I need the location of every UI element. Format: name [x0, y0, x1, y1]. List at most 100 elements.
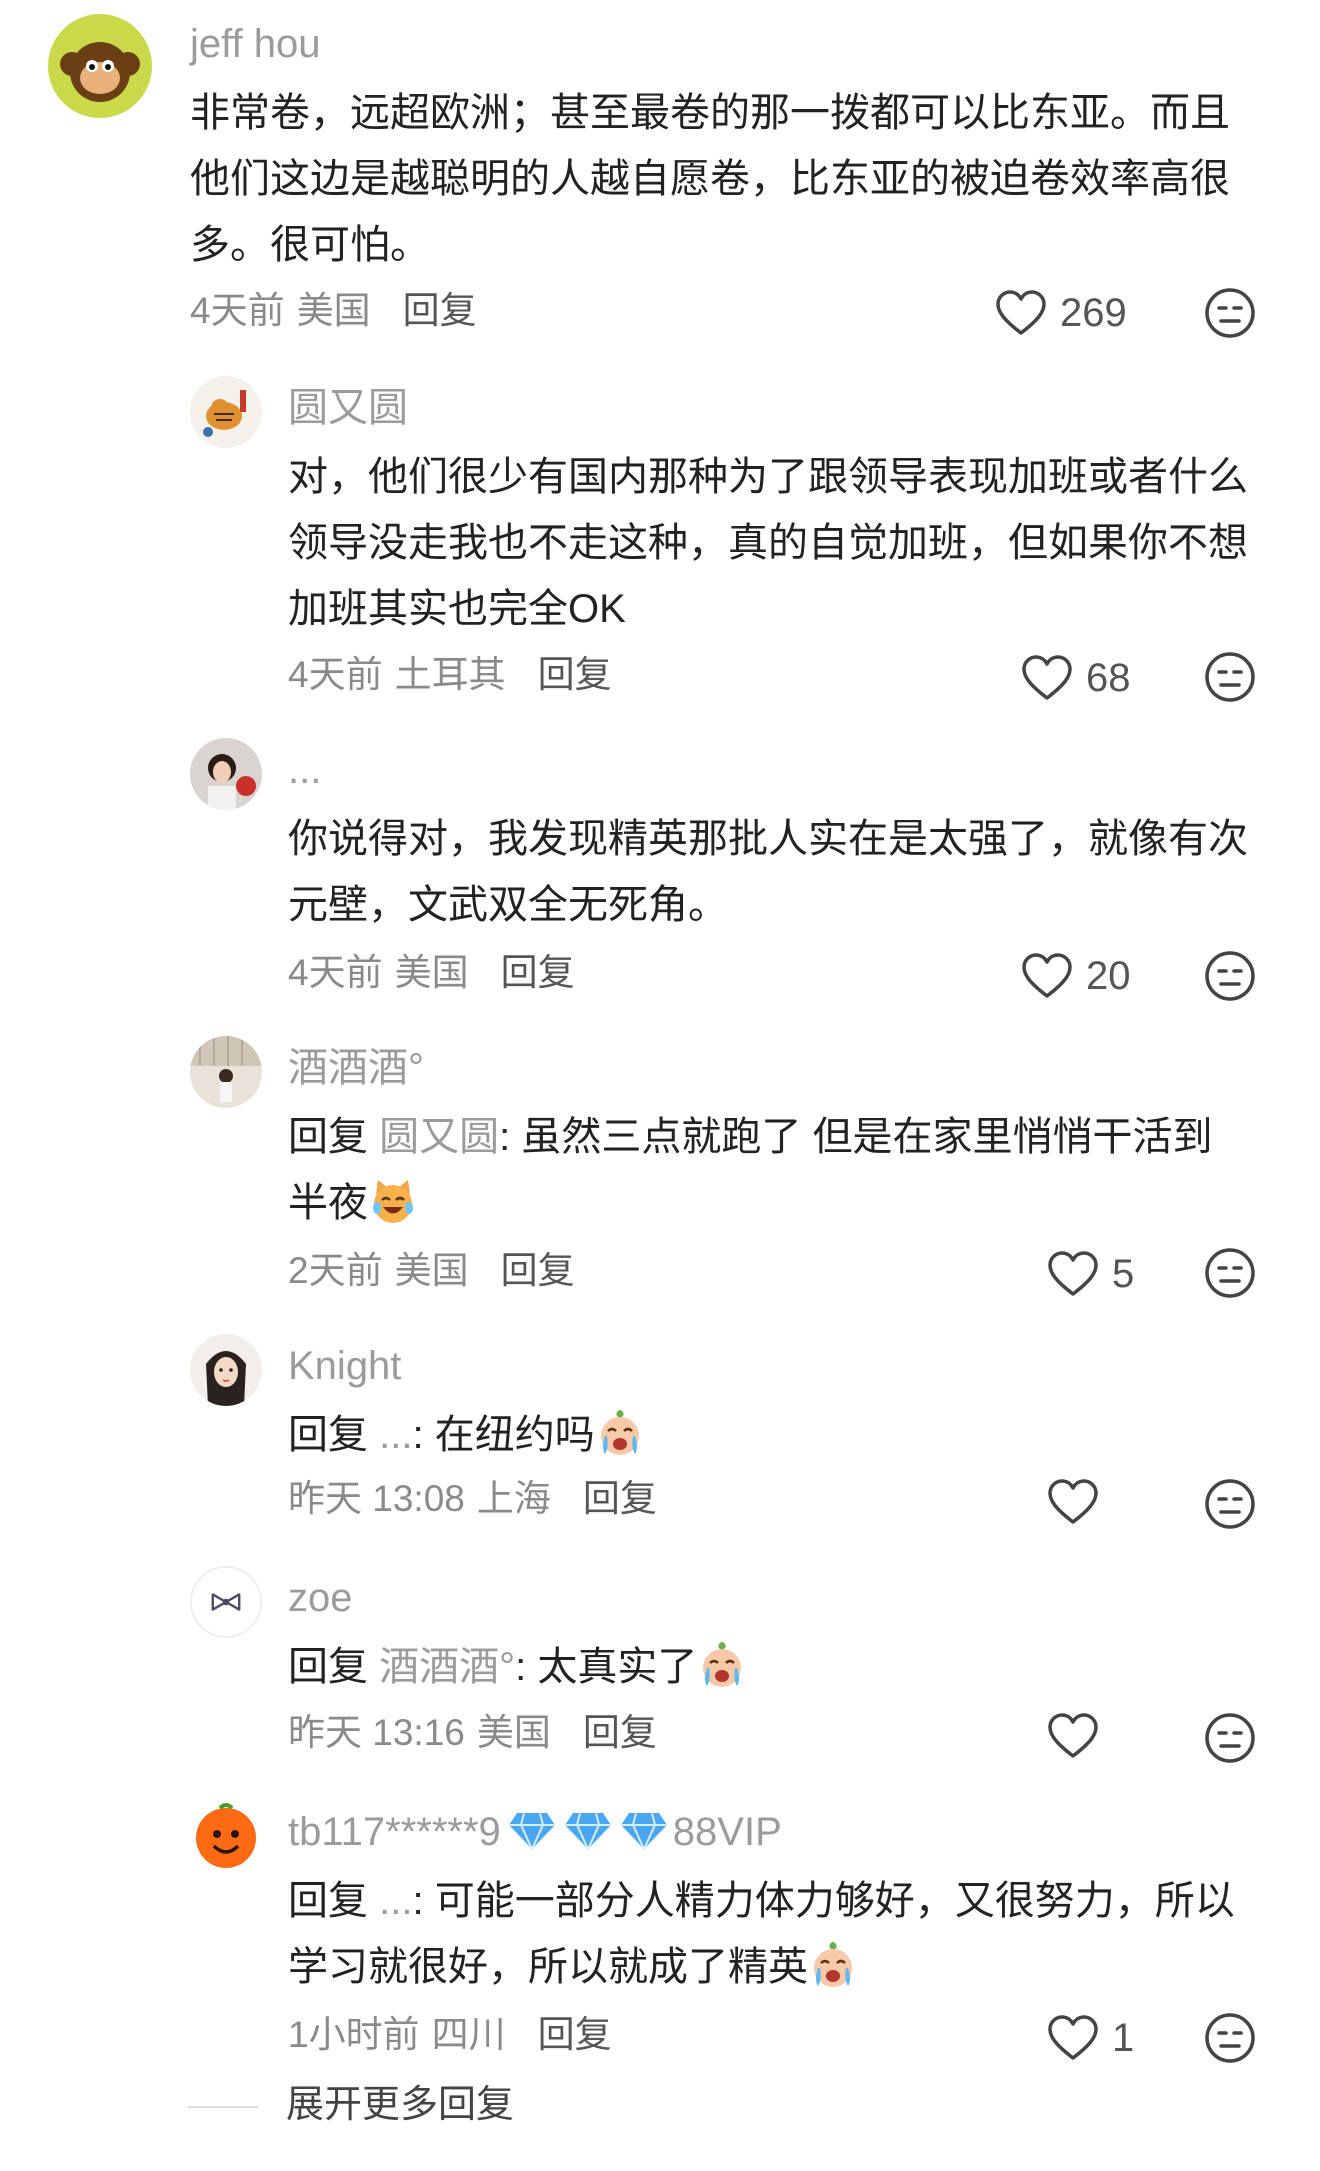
neutral-face-icon	[1205, 652, 1255, 702]
comment-location: 四川	[431, 2014, 506, 2055]
heart-icon	[1048, 1479, 1098, 1524]
reply-prefix: 回复	[288, 1645, 368, 1689]
heart-icon	[1022, 953, 1072, 998]
dislike-button[interactable]	[1204, 950, 1256, 1002]
reply-target-username[interactable]: 圆又圆	[379, 1115, 499, 1159]
woman-photo-avatar-icon	[190, 738, 262, 810]
dislike-button[interactable]	[1204, 1478, 1256, 1530]
username[interactable]: zoe	[288, 1574, 353, 1622]
like-button[interactable]: 1	[1046, 2008, 1134, 2068]
username[interactable]: Knight	[288, 1342, 401, 1390]
like-button[interactable]: 5	[1046, 1244, 1134, 1304]
divider	[188, 2106, 258, 2108]
crying-face-emoji	[814, 1942, 852, 1987]
comment-time: 4天前	[190, 290, 285, 331]
neutral-face-icon	[1205, 1248, 1255, 1298]
reply-target-username[interactable]: ...	[379, 1879, 412, 1923]
avatar[interactable]	[190, 1334, 262, 1406]
comment-text: 对，他们很少有国内那种为了跟领导表现加班或者什么领导没走我也不走这种，真的自觉加…	[288, 455, 1248, 631]
laughing-cat-emoji	[373, 1180, 413, 1223]
comment-time: 昨天 13:16	[288, 1712, 465, 1753]
like-count: 5	[1112, 1252, 1135, 1296]
dislike-button[interactable]	[1204, 287, 1256, 339]
comment-location: 土耳其	[394, 654, 506, 695]
neutral-face-icon	[1205, 2013, 1255, 2063]
expand-more-label: 展开更多回复	[286, 2084, 515, 2126]
comment-location: 美国	[476, 1712, 551, 1753]
comment-meta: 昨天 13:16 美国 回复	[288, 1710, 657, 1756]
neutral-face-icon	[1205, 288, 1255, 338]
reply-prefix: 回复	[288, 1115, 368, 1159]
like-button[interactable]	[1046, 1472, 1112, 1532]
like-button[interactable]: 20	[1020, 946, 1131, 1006]
username-text: tb117******9	[288, 1810, 501, 1854]
avatar[interactable]	[190, 376, 262, 448]
dislike-button[interactable]	[1204, 1247, 1256, 1299]
room-photo-avatar-icon	[190, 1036, 262, 1108]
comment-time: 1小时前	[288, 2014, 420, 2055]
comment-meta: 1小时前 四川 回复	[288, 2012, 612, 2058]
reply-button[interactable]: 回复	[538, 2014, 612, 2055]
like-count: 68	[1086, 656, 1131, 700]
bow-avatar-icon	[192, 1568, 260, 1636]
comment-location: 美国	[296, 290, 371, 331]
comment-time: 4天前	[288, 952, 383, 993]
username[interactable]: 酒酒酒°	[288, 1044, 424, 1092]
avatar[interactable]	[48, 14, 152, 118]
comment-meta: 4天前 美国 回复	[190, 288, 477, 334]
reply-target-username[interactable]: ...	[379, 1413, 412, 1457]
like-button[interactable]	[1046, 1706, 1112, 1766]
like-button[interactable]: 269	[994, 283, 1127, 343]
username[interactable]: jeff hou	[190, 20, 321, 68]
reply-button[interactable]: 回复	[538, 654, 612, 695]
reply-button[interactable]: 回复	[501, 1250, 575, 1291]
comment-location: 美国	[394, 952, 469, 993]
comment-text: 回复 ...: 可能一部分人精力体力够好，又很努力，所以学习就很好，所以就成了精…	[288, 1868, 1248, 2000]
reply-target-username[interactable]: 酒酒酒°	[379, 1645, 515, 1689]
username[interactable]: tb117******9 88VIP	[288, 1808, 782, 1856]
like-count: 20	[1086, 954, 1131, 998]
dislike-button[interactable]	[1204, 651, 1256, 703]
username[interactable]: 圆又圆	[288, 384, 408, 432]
comment-text-content: : 太真实了	[515, 1645, 698, 1689]
comment-time: 2天前	[288, 1250, 383, 1291]
girl-drawing-avatar-icon	[190, 1334, 262, 1406]
neutral-face-icon	[1205, 951, 1255, 1001]
comment-text-content: : 可能一部分人精力体力够好，又很努力，所以学习就很好，所以就成了精英	[288, 1879, 1235, 1989]
avatar[interactable]	[190, 1036, 262, 1108]
tiger-painting-avatar-icon	[190, 376, 262, 448]
crying-face-emoji	[703, 1642, 742, 1687]
neutral-face-icon	[1205, 1479, 1255, 1529]
monkey-avatar-icon	[48, 14, 152, 118]
heart-icon	[1022, 655, 1072, 700]
reply-button[interactable]: 回复	[501, 952, 575, 993]
heart-icon	[1048, 2015, 1098, 2060]
comment-text: 你说得对，我发现精英那批人实在是太强了，就像有次元壁，文武双全无死角。	[288, 817, 1248, 927]
like-count: 1	[1112, 2016, 1135, 2060]
neutral-face-icon	[1205, 1713, 1255, 1763]
diamond-icon	[564, 1812, 611, 1851]
avatar[interactable]	[190, 738, 262, 810]
like-button[interactable]: 68	[1020, 648, 1131, 708]
diamond-icon	[620, 1812, 667, 1851]
comment-text-content: : 在纽约吗	[412, 1413, 595, 1457]
avatar[interactable]	[190, 1800, 262, 1872]
reply-button[interactable]: 回复	[403, 290, 477, 331]
vip-badge: 88VIP	[672, 1810, 782, 1854]
reply-button[interactable]: 回复	[583, 1712, 657, 1753]
heart-icon	[1048, 1251, 1098, 1296]
comment-text: 非常卷，远超欧洲；甚至最卷的那一拨都可以比东亚。而且他们这边是越聪明的人越自愿卷…	[190, 91, 1230, 267]
username[interactable]: ...	[288, 746, 321, 794]
comment-meta: 4天前 土耳其 回复	[288, 652, 612, 698]
comment-meta: 2天前 美国 回复	[288, 1248, 575, 1294]
comment-text: 回复 ...: 在纽约吗	[288, 1402, 1248, 1468]
avatar[interactable]	[190, 1566, 262, 1638]
reply-button[interactable]: 回复	[583, 1478, 657, 1519]
orange-mascot-avatar-icon	[190, 1800, 262, 1872]
comment-meta: 昨天 13:08 上海 回复	[288, 1476, 657, 1522]
comment-time: 昨天 13:08	[288, 1478, 465, 1519]
comment-location: 上海	[476, 1478, 551, 1519]
comment-text: 回复 酒酒酒°: 太真实了	[288, 1634, 1248, 1700]
dislike-button[interactable]	[1204, 1712, 1256, 1764]
dislike-button[interactable]	[1204, 2012, 1256, 2064]
